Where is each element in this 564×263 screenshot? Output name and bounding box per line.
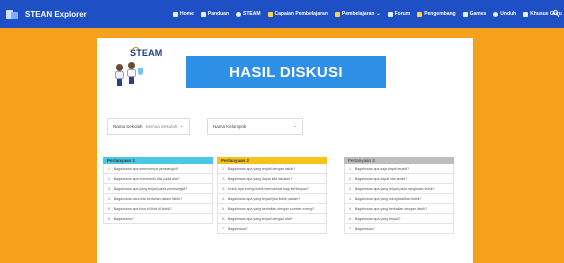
brand[interactable]: STEAN Explorer <box>6 9 87 20</box>
school-select-label: Nama Sekolah <box>113 124 143 129</box>
list-item: 2. Bagaimana apa membantu kita pada alat? <box>103 174 213 184</box>
question-column-1: Pertanyaan 1 1. Bagaimana apa sebenarnya … <box>103 157 213 224</box>
nav-item-label: STEAM <box>243 11 261 17</box>
search-icon[interactable] <box>553 10 560 17</box>
nav-item-label: Forum <box>394 11 411 17</box>
nav-item-panduan[interactable]: Panduan <box>200 11 230 17</box>
question-column-3: Pertanyaan 3 1. Bagaimana apa saja dapat … <box>344 157 454 234</box>
list-item: 7. Bagaimana? <box>344 224 454 234</box>
brand-title: STEAN Explorer <box>25 9 87 19</box>
school-select[interactable]: Nama Sekolah Semua Sekolah ⌄ <box>107 118 190 135</box>
group-select[interactable]: Nama Kelompok ⌄ <box>207 118 303 135</box>
nav-item-label: Games <box>469 11 487 17</box>
list-item: 6. Bagaimana? <box>103 214 213 224</box>
team-icon <box>417 11 423 17</box>
home-icon <box>173 11 178 17</box>
page-title: HASIL DISKUSI <box>229 63 343 81</box>
list-item: 6. Bagaimana apa yang terjadi? <box>344 214 454 224</box>
nav-item-label: Capaian Pembelajaran <box>274 11 328 17</box>
nav-item-unduh[interactable]: Unduh <box>493 11 516 17</box>
flask-icon <box>138 68 143 75</box>
list-item: 1. Bagaimana apa yang terjadi dengan list… <box>217 164 327 174</box>
nav-item-games[interactable]: Games <box>462 11 487 17</box>
list-item: 2. Bagaimana apa dapat kita amati? <box>344 174 454 184</box>
nav-item-label: Home <box>180 11 194 17</box>
nav-item-home[interactable]: Home <box>173 11 194 17</box>
steam-logo: STEAM <box>107 46 162 92</box>
school-select-value: Semua Sekolah <box>145 124 178 129</box>
teacher-icon <box>523 11 529 17</box>
nav-item-forum[interactable]: Forum <box>387 11 411 17</box>
game-icon <box>462 11 468 17</box>
nav-item-steam[interactable]: STEAM <box>236 11 261 17</box>
nav-item-label: Pengembang <box>424 11 456 17</box>
list-item: 3. Bagaimana apa yang terjadi pada rangka… <box>344 184 454 194</box>
nav-item-pembelajaran[interactable]: Pembelajaran ⌄ <box>334 11 381 17</box>
nav-item-label: Panduan <box>207 11 230 17</box>
list-item: 4. Bagaimana apa yang terjadi jika listri… <box>217 194 327 204</box>
column-header: Pertanyaan 2 <box>217 157 327 164</box>
student-figure <box>127 62 136 84</box>
list-item: 5. Bagaimana apa bisa di lihat di listrik… <box>103 204 213 214</box>
page-title-banner: HASIL DISKUSI <box>186 56 386 88</box>
brand-logo-icon <box>6 9 18 20</box>
chat-icon <box>387 11 393 17</box>
nav-menu: Home Panduan STEAM Capaian Pembelajaran … <box>173 0 562 28</box>
list-item: 2. Bagaimana apa yang dapat kita lakukan? <box>217 174 327 184</box>
student-figure <box>115 64 124 86</box>
list-item: 1. Bagaimana apa saja dapat terjadi? <box>344 164 454 174</box>
download-icon <box>493 11 499 17</box>
list-item: 7. Bagaimana? <box>217 224 327 234</box>
list-item: 4. Bagaimana apa yang menghasilkan listri… <box>344 194 454 204</box>
nav-item-label: Pembelajaran <box>341 11 375 17</box>
list-item: 5. Bagaimana apa yang berkaitan dengan su… <box>217 204 327 214</box>
list-item: 3. Untuk apa energi listrik bermanfaat ba… <box>217 184 327 194</box>
column-header: Pertanyaan 1 <box>103 157 213 164</box>
logo-text: STEAM <box>130 48 163 58</box>
atom-icon <box>236 11 242 17</box>
list-item: 3. Bagaimana apa yang terjadi pada pemban… <box>103 184 213 194</box>
list-item: 5. Bagaimana apa yang berkaitan dengan li… <box>344 204 454 214</box>
nav-item-label: Unduh <box>500 11 517 17</box>
nav-item-pengembang[interactable]: Pengembang <box>417 11 456 17</box>
book-icon <box>200 11 206 17</box>
content-card: STEAM HASIL DISKUSI Nama Sekolah Semua S… <box>97 38 473 263</box>
chevron-down-icon: ⌄ <box>292 123 297 129</box>
list-item: 1. Bagaimana apa sebenarnya pembangkit? <box>103 164 213 174</box>
chevron-down-icon: ⌄ <box>376 11 381 17</box>
top-navbar: STEAN Explorer Home Panduan STEAM Capaia… <box>0 0 564 28</box>
question-column-2: Pertanyaan 2 1. Bagaimana apa yang terjad… <box>217 157 327 234</box>
lesson-icon <box>334 11 340 17</box>
column-header: Pertanyaan 3 <box>344 157 454 164</box>
nav-item-capaian[interactable]: Capaian Pembelajaran <box>267 11 328 17</box>
list-item: 6. Bagaimana apa yang terjadi dengan alat… <box>217 214 327 224</box>
list-item: 4. Bagaimana cara kita bertahan dalam lis… <box>103 194 213 204</box>
chevron-down-icon: ⌄ <box>179 123 184 129</box>
group-select-label: Nama Kelompok <box>213 124 247 129</box>
trophy-icon <box>267 11 273 17</box>
